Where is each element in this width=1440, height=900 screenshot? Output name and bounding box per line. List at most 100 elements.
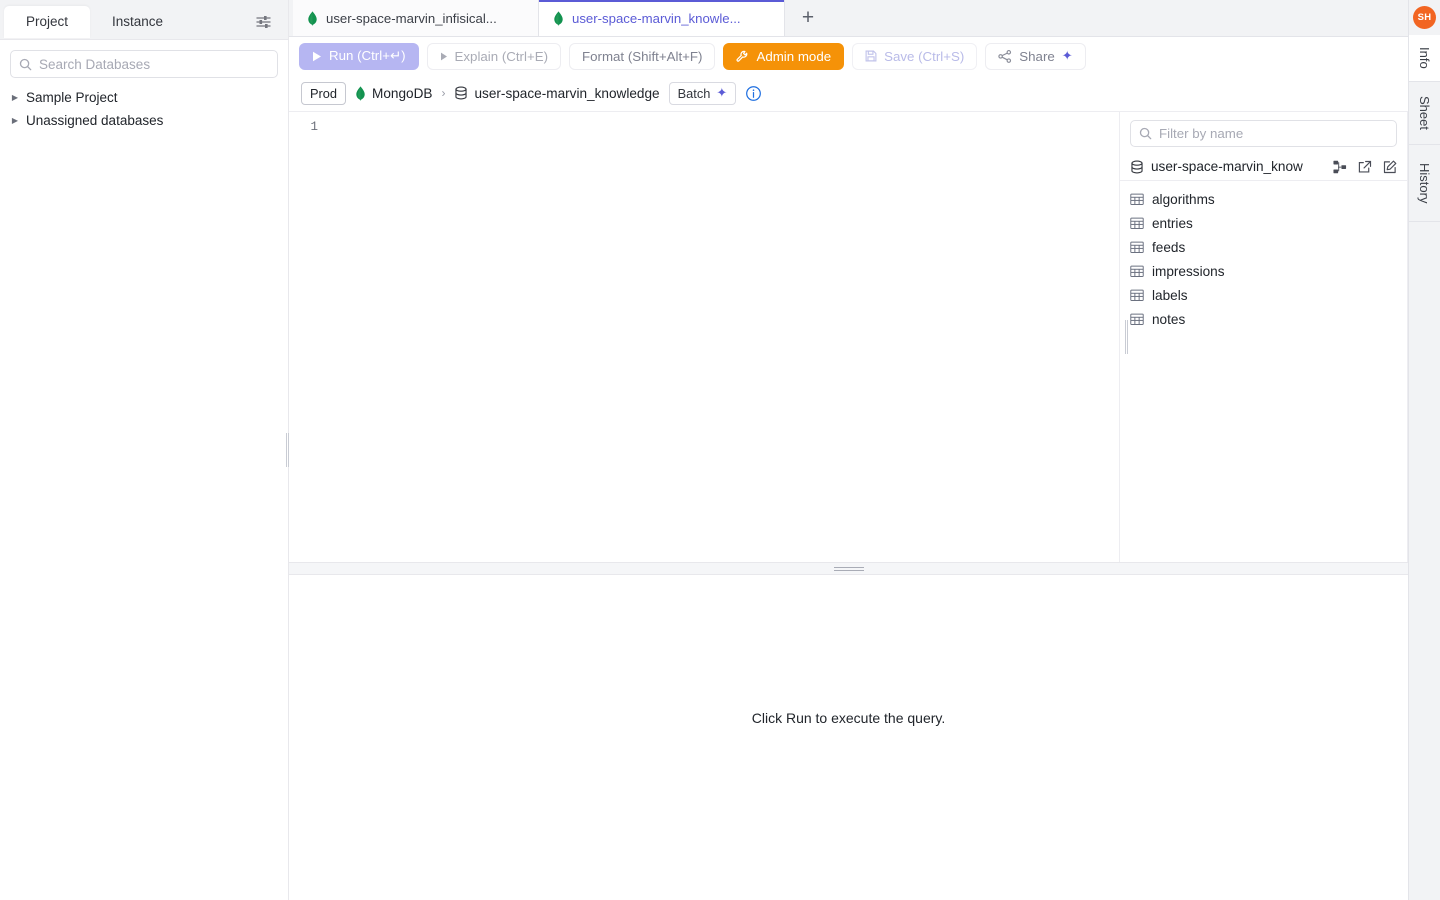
collection-item-entries[interactable]: entries bbox=[1120, 211, 1407, 235]
rail-tab-history[interactable]: History bbox=[1409, 145, 1440, 222]
results-resize-handle[interactable] bbox=[289, 562, 1408, 575]
sparkles-icon: ✦ bbox=[1062, 48, 1073, 64]
schema-filter-container bbox=[1120, 112, 1407, 153]
rail-tab-info[interactable]: Info bbox=[1409, 35, 1440, 82]
explain-button-label: Explain (Ctrl+E) bbox=[455, 49, 548, 64]
collection-label: impressions bbox=[1152, 264, 1225, 279]
collection-item-algorithms[interactable]: algorithms bbox=[1120, 187, 1407, 211]
editor-schema-resize-handle[interactable] bbox=[1122, 112, 1131, 562]
editor-and-schema-row: 1 bbox=[289, 111, 1408, 562]
results-empty-message: Click Run to execute the query. bbox=[752, 710, 946, 726]
schema-diagram-icon[interactable] bbox=[1331, 160, 1349, 174]
search-databases-box[interactable] bbox=[10, 50, 278, 78]
resize-grip bbox=[1125, 320, 1128, 354]
tab-strip-filler bbox=[831, 0, 1408, 36]
rail-tab-sheet-label: Sheet bbox=[1417, 82, 1432, 144]
play-icon bbox=[312, 51, 322, 62]
editor-line-number: 1 bbox=[289, 120, 318, 134]
resize-grip bbox=[834, 567, 864, 571]
database-tree: ▶ Sample Project ▶ Unassigned databases bbox=[0, 84, 288, 132]
share-nodes-icon bbox=[998, 50, 1012, 63]
query-tab-infisical[interactable]: user-space-marvin_infisical... bbox=[293, 0, 539, 36]
collection-label: notes bbox=[1152, 312, 1185, 327]
sidebar-tab-project-label: Project bbox=[26, 14, 68, 29]
rail-tab-sheet[interactable]: Sheet bbox=[1409, 82, 1440, 145]
breadcrumb-database[interactable]: user-space-marvin_knowledge bbox=[454, 86, 659, 101]
breadcrumb: Prod MongoDB › bbox=[289, 75, 1408, 111]
results-panel: Click Run to execute the query. bbox=[289, 575, 1408, 900]
collection-list: algorithms entries bbox=[1120, 181, 1407, 331]
search-icon bbox=[19, 58, 32, 71]
search-icon bbox=[1139, 127, 1152, 140]
new-tab-button[interactable]: + bbox=[785, 0, 831, 36]
app-root: Project Instance bbox=[0, 0, 1440, 900]
collection-item-impressions[interactable]: impressions bbox=[1120, 259, 1407, 283]
chevron-right-icon[interactable]: ▶ bbox=[10, 117, 20, 125]
tree-item-unassigned-databases[interactable]: ▶ Unassigned databases bbox=[0, 109, 288, 132]
info-circle-icon[interactable] bbox=[745, 85, 762, 102]
tree-item-sample-project[interactable]: ▶ Sample Project bbox=[0, 86, 288, 109]
table-icon bbox=[1130, 217, 1144, 230]
sidebar-tab-instance[interactable]: Instance bbox=[90, 6, 185, 38]
edit-pencil-icon[interactable] bbox=[1381, 160, 1399, 174]
sidebar-tab-bar: Project Instance bbox=[0, 0, 288, 40]
query-tab-knowledge[interactable]: user-space-marvin_knowle... bbox=[539, 0, 785, 36]
collection-item-notes[interactable]: notes bbox=[1120, 307, 1407, 331]
wrench-icon bbox=[736, 50, 749, 63]
rail-tab-info-label: Info bbox=[1417, 35, 1432, 81]
sidebar-tab-instance-label: Instance bbox=[112, 14, 163, 29]
table-icon bbox=[1130, 313, 1144, 326]
admin-mode-label: Admin mode bbox=[756, 49, 831, 64]
search-databases-container bbox=[0, 40, 288, 84]
table-icon bbox=[1130, 265, 1144, 278]
breadcrumb-engine[interactable]: MongoDB bbox=[355, 86, 432, 101]
breadcrumb-separator: › bbox=[441, 86, 445, 100]
query-tab-strip: user-space-marvin_infisical... user-spac… bbox=[289, 0, 1408, 37]
schema-filter-input[interactable] bbox=[1159, 126, 1388, 141]
query-tab-infisical-label: user-space-marvin_infisical... bbox=[326, 11, 497, 26]
query-toolbar: Run (Ctrl+↵) Explain (Ctrl+E) Format (Sh… bbox=[289, 37, 1408, 75]
main-area: user-space-marvin_infisical... user-spac… bbox=[289, 0, 1408, 900]
mongodb-leaf-icon bbox=[307, 11, 318, 26]
collection-item-labels[interactable]: labels bbox=[1120, 283, 1407, 307]
format-button[interactable]: Format (Shift+Alt+F) bbox=[569, 43, 715, 70]
tree-item-sample-project-label: Sample Project bbox=[26, 90, 118, 105]
schema-database-header[interactable]: user-space-marvin_know bbox=[1120, 153, 1407, 181]
sql-editor[interactable]: 1 bbox=[289, 112, 1120, 562]
chevron-right-icon[interactable]: ▶ bbox=[10, 94, 20, 102]
mongodb-leaf-icon bbox=[355, 86, 366, 101]
sidebar-tab-project[interactable]: Project bbox=[4, 6, 90, 38]
editor-gutter: 1 bbox=[289, 112, 327, 562]
batch-chip[interactable]: Batch ✦ bbox=[669, 82, 737, 105]
query-tab-knowledge-label: user-space-marvin_knowle... bbox=[572, 11, 741, 26]
table-icon bbox=[1130, 241, 1144, 254]
schema-panel: user-space-marvin_know bbox=[1120, 112, 1408, 562]
run-button[interactable]: Run (Ctrl+↵) bbox=[299, 43, 419, 70]
search-databases-input[interactable] bbox=[39, 57, 269, 72]
table-icon bbox=[1130, 193, 1144, 206]
admin-mode-button[interactable]: Admin mode bbox=[723, 43, 844, 70]
sidebar-resize-handle[interactable] bbox=[283, 0, 292, 900]
explain-button[interactable]: Explain (Ctrl+E) bbox=[427, 43, 561, 70]
avatar-container: SH bbox=[1409, 0, 1440, 35]
environment-chip[interactable]: Prod bbox=[301, 82, 346, 105]
avatar[interactable]: SH bbox=[1413, 6, 1436, 29]
collection-label: feeds bbox=[1152, 240, 1185, 255]
external-link-icon[interactable] bbox=[1356, 160, 1374, 174]
schema-database-name: user-space-marvin_know bbox=[1151, 159, 1324, 174]
share-button[interactable]: Share ✦ bbox=[985, 43, 1085, 70]
batch-chip-label: Batch bbox=[678, 86, 711, 101]
environment-chip-label: Prod bbox=[310, 86, 337, 101]
share-button-label: Share bbox=[1019, 49, 1054, 64]
collection-item-feeds[interactable]: feeds bbox=[1120, 235, 1407, 259]
save-button[interactable]: Save (Ctrl+S) bbox=[852, 43, 977, 70]
schema-filter-box[interactable] bbox=[1130, 120, 1397, 147]
database-icon bbox=[1130, 160, 1144, 174]
run-button-label: Run (Ctrl+↵) bbox=[329, 48, 406, 64]
collection-label: labels bbox=[1152, 288, 1188, 303]
collection-label: algorithms bbox=[1152, 192, 1215, 207]
left-sidebar: Project Instance bbox=[0, 0, 289, 900]
save-button-label: Save (Ctrl+S) bbox=[884, 49, 964, 64]
sliders-icon[interactable] bbox=[250, 9, 276, 35]
editor-code-area[interactable] bbox=[327, 112, 1119, 562]
